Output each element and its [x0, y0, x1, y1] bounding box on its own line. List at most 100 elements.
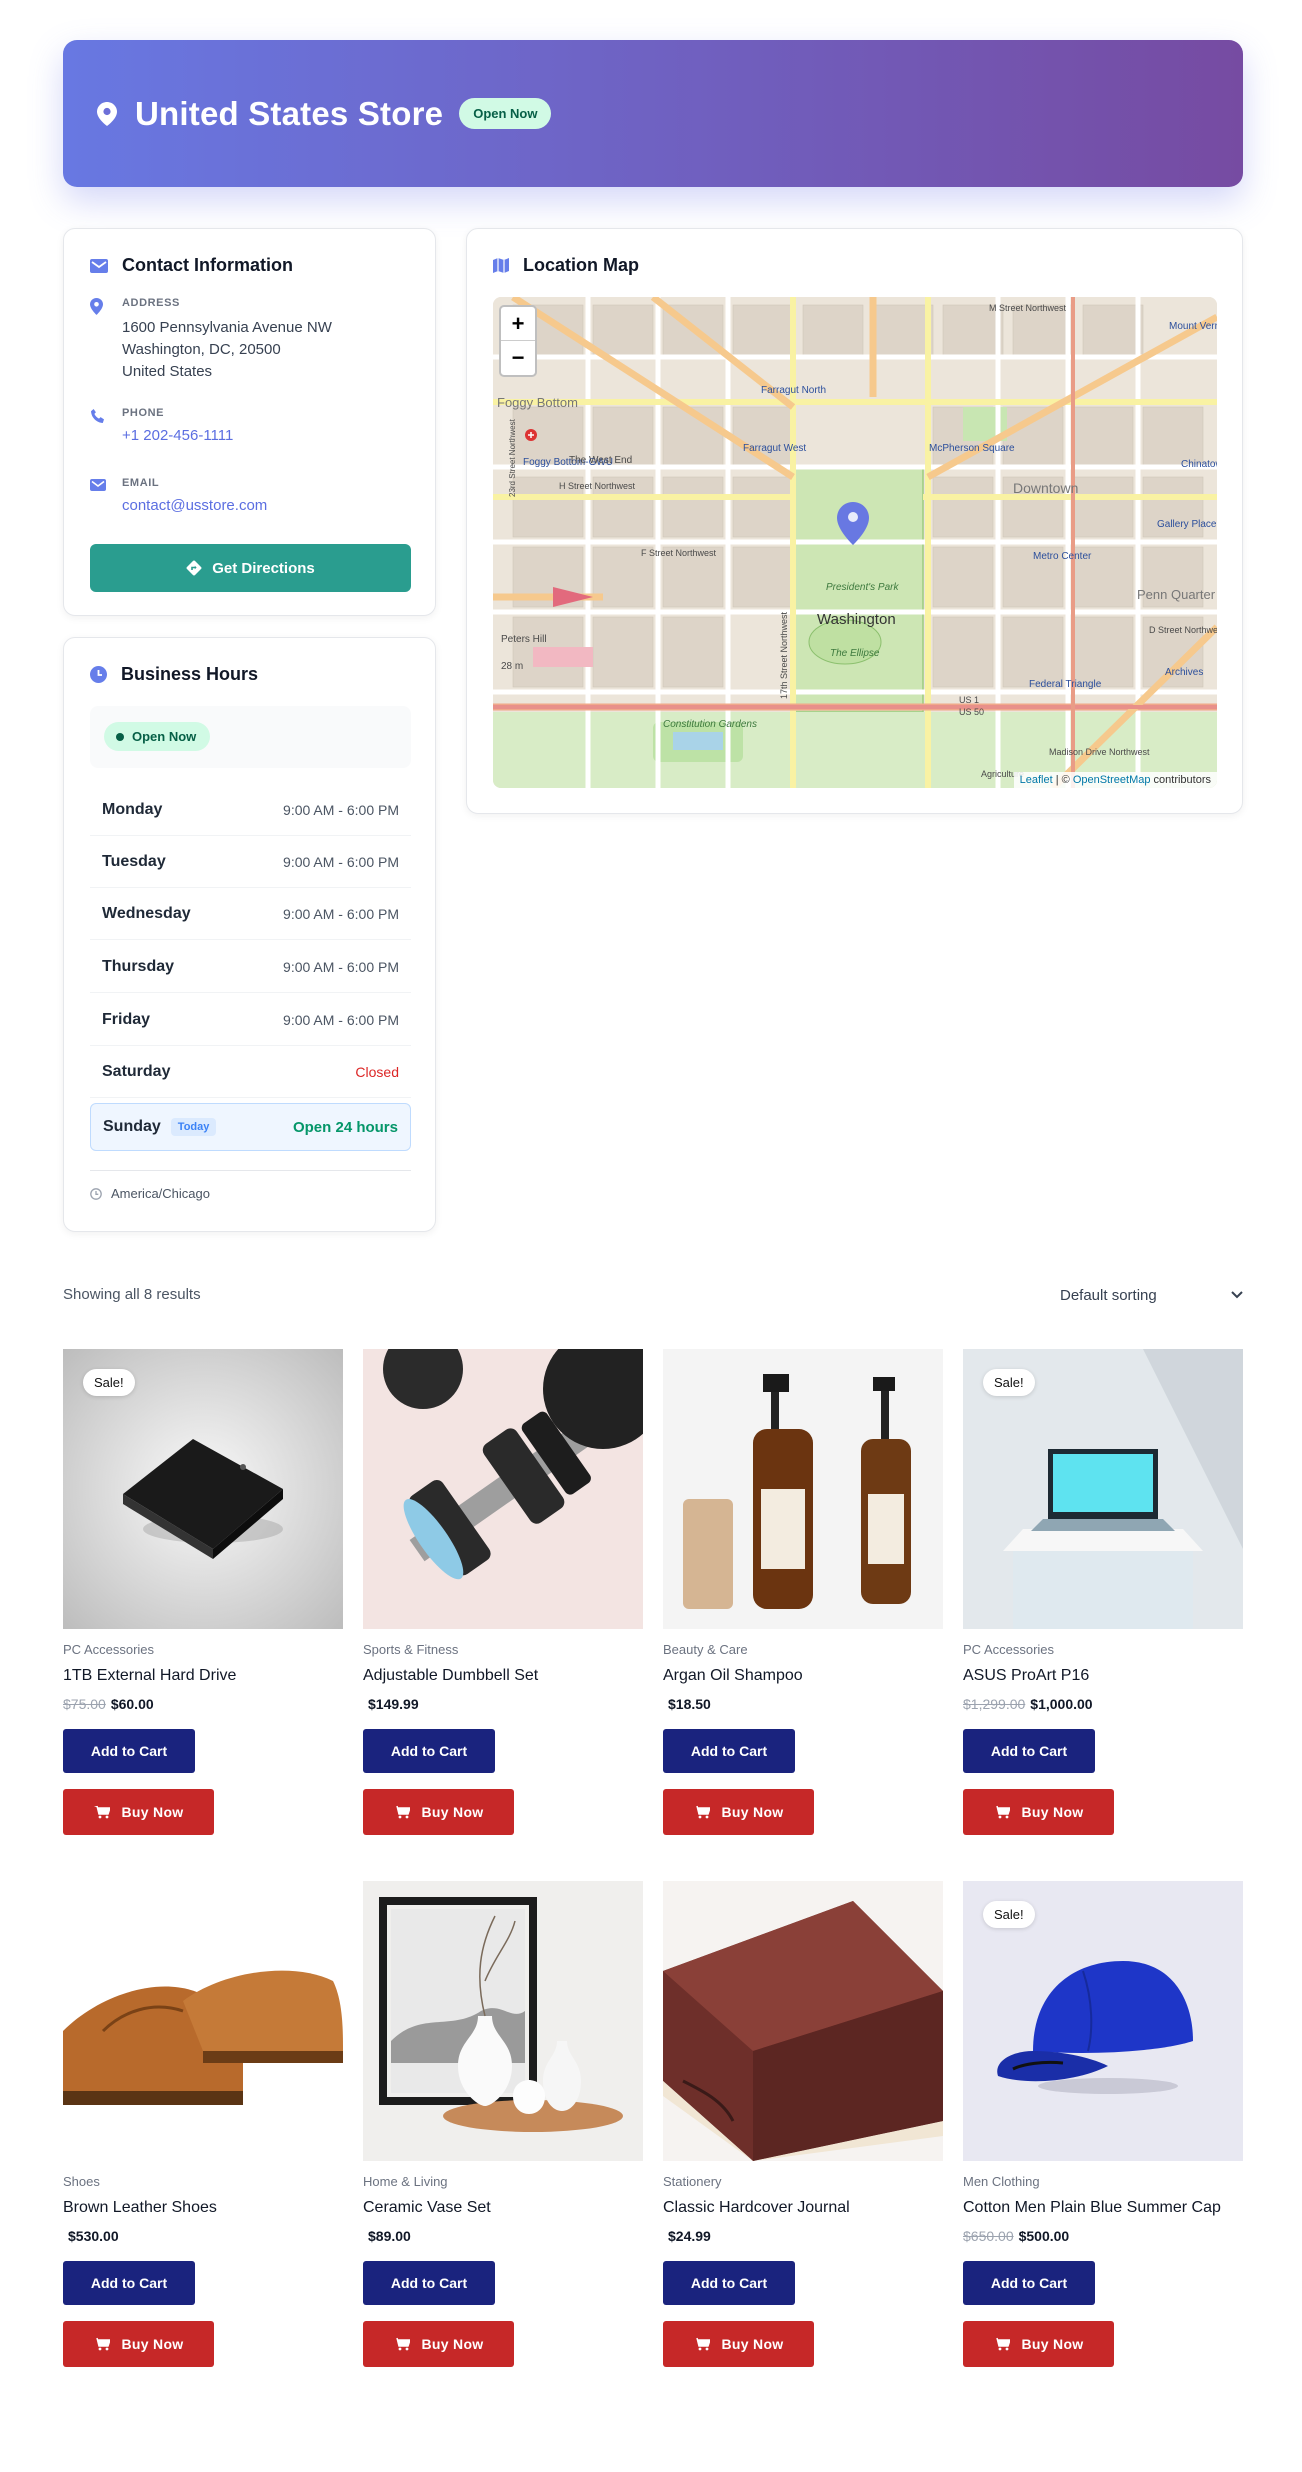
svg-text:US 1: US 1 — [959, 695, 979, 705]
add-to-cart-button[interactable]: Add to Cart — [363, 1729, 495, 1773]
cart-icon — [95, 2337, 110, 2351]
zoom-in-button[interactable]: + — [501, 307, 535, 341]
product-name[interactable]: Brown Leather Shoes — [63, 2199, 217, 2217]
phone-icon — [91, 409, 104, 423]
buy-now-button[interactable]: Buy Now — [963, 2321, 1114, 2367]
svg-text:F Street Northwest: F Street Northwest — [641, 548, 717, 558]
product-image[interactable] — [363, 1349, 643, 1629]
product-category: PC Accessories — [63, 1642, 155, 1657]
product-price: $149.99 — [368, 1696, 419, 1712]
product-card: Sale! PC Accessories 1TB External Hard D… — [63, 1349, 343, 1839]
buy-now-button[interactable]: Buy Now — [963, 1789, 1114, 1835]
cart-icon — [995, 1805, 1010, 1819]
product-name[interactable]: Adjustable Dumbbell Set — [363, 1667, 538, 1685]
product-card: Home & Living Ceramic Vase Set $89.00 Ad… — [363, 1881, 643, 2371]
business-hours-card: Business Hours Open Now Monday 9:00 AM - … — [63, 637, 436, 1232]
svg-text:Farragut West: Farragut West — [743, 443, 806, 454]
add-to-cart-button[interactable]: Add to Cart — [63, 2261, 195, 2305]
svg-text:28 m: 28 m — [501, 661, 523, 672]
add-to-cart-button[interactable]: Add to Cart — [663, 2261, 795, 2305]
product-price: $89.00 — [368, 2228, 411, 2244]
svg-text:The Ellipse: The Ellipse — [830, 648, 880, 659]
zoom-out-button[interactable]: − — [501, 341, 535, 375]
get-directions-button[interactable]: Get Directions — [90, 544, 411, 592]
product-price: $1,299.00 $1,000.00 — [963, 1696, 1093, 1712]
product-price: $24.99 — [668, 2228, 711, 2244]
svg-text:Foggy Bottom: Foggy Bottom — [497, 395, 578, 410]
product-price: $18.50 — [668, 1696, 711, 1712]
product-category: Shoes — [63, 2174, 100, 2189]
add-to-cart-button[interactable]: Add to Cart — [963, 2261, 1095, 2305]
svg-text:Washington: Washington — [817, 611, 896, 628]
buy-now-button[interactable]: Buy Now — [63, 2321, 214, 2367]
product-image[interactable]: Sale! — [963, 1881, 1243, 2161]
address-line-1: 1600 Pennsylvania Avenue NW — [122, 319, 332, 336]
svg-text:Gallery Place: Gallery Place — [1157, 519, 1217, 530]
envelope-icon — [90, 258, 108, 273]
svg-text:Metro Center: Metro Center — [1033, 551, 1092, 562]
map-marker-icon — [90, 298, 103, 315]
product-image[interactable] — [663, 1349, 943, 1629]
buy-now-button[interactable]: Buy Now — [363, 2321, 514, 2367]
location-pin-icon — [97, 101, 117, 126]
product-category: Sports & Fitness — [363, 1642, 459, 1657]
product-name[interactable]: Classic Hardcover Journal — [663, 2199, 850, 2217]
product-card: Sale! Men Clothing Cotton Men Plain Blue… — [963, 1881, 1243, 2371]
product-card: Sale! PC Accessories ASUS ProArt P16 $1,… — [963, 1349, 1243, 1839]
product-name[interactable]: Argan Oil Shampoo — [663, 1667, 803, 1685]
address-label: ADDRESS — [122, 297, 180, 309]
buy-now-button[interactable]: Buy Now — [663, 1789, 814, 1835]
leaflet-link[interactable]: Leaflet — [1020, 774, 1053, 786]
product-image[interactable] — [363, 1881, 643, 2161]
sorting-select[interactable]: Default sorting — [1060, 1280, 1243, 1310]
contact-card: Contact Information ADDRESS 1600 Pennsyl… — [63, 228, 436, 616]
svg-text:Peters Hill: Peters Hill — [501, 634, 547, 645]
svg-text:US 50: US 50 — [959, 707, 984, 717]
product-image[interactable] — [63, 1881, 343, 2161]
buy-now-button[interactable]: Buy Now — [663, 2321, 814, 2367]
buy-now-button[interactable]: Buy Now — [363, 1789, 514, 1835]
product-name[interactable]: Ceramic Vase Set — [363, 2199, 491, 2217]
phone-link[interactable]: +1 202-456-1111 — [122, 427, 233, 444]
clock-icon — [90, 666, 107, 683]
email-link[interactable]: contact@usstore.com — [122, 497, 267, 514]
svg-text:Downtown: Downtown — [1013, 480, 1078, 496]
map-tiles[interactable]: Foggy Bottom Foggy Bottom-GWU The West E… — [493, 297, 1217, 788]
add-to-cart-button[interactable]: Add to Cart — [963, 1729, 1095, 1773]
store-title: United States Store — [135, 94, 444, 132]
address-line-2: Washington, DC, 20500 — [122, 341, 281, 358]
svg-text:Penn Quarter: Penn Quarter — [1137, 587, 1216, 602]
product-name[interactable]: Cotton Men Plain Blue Summer Cap — [963, 2199, 1221, 2217]
osm-link[interactable]: OpenStreetMap — [1073, 774, 1151, 786]
product-image[interactable]: Sale! — [63, 1349, 343, 1629]
phone-label: PHONE — [122, 407, 165, 419]
product-price: $75.00 $60.00 — [63, 1696, 154, 1712]
product-name[interactable]: 1TB External Hard Drive — [63, 1667, 236, 1685]
product-card: Stationery Classic Hardcover Journal $24… — [663, 1881, 943, 2371]
svg-text:Federal Triangle: Federal Triangle — [1029, 679, 1102, 690]
today-badge: Today — [170, 1118, 217, 1136]
add-to-cart-button[interactable]: Add to Cart — [363, 2261, 495, 2305]
product-category: PC Accessories — [963, 1642, 1055, 1657]
product-image[interactable]: Sale! — [963, 1349, 1243, 1629]
buy-now-button[interactable]: Buy Now — [63, 1789, 214, 1835]
hours-row-monday: Monday 9:00 AM - 6:00 PM — [90, 784, 411, 836]
product-image[interactable] — [663, 1881, 943, 2161]
svg-text:Archives: Archives — [1165, 667, 1203, 678]
svg-text:23rd Street Northwest: 23rd Street Northwest — [508, 418, 517, 497]
add-to-cart-button[interactable]: Add to Cart — [663, 1729, 795, 1773]
add-to-cart-button[interactable]: Add to Cart — [63, 1729, 195, 1773]
clock-outline-icon — [90, 1187, 102, 1200]
svg-text:Constitution Gardens: Constitution Gardens — [663, 719, 757, 730]
directions-icon — [186, 560, 202, 576]
timezone-label: America/Chicago — [90, 1186, 210, 1201]
hours-open-badge: Open Now — [104, 722, 211, 751]
hours-row-saturday: Saturday Closed — [90, 1046, 411, 1098]
hours-row-sunday: Sunday Today Open 24 hours — [90, 1103, 411, 1151]
open-status-badge: Open Now — [459, 98, 552, 129]
svg-text:Mount Vernon Square: Mount Vernon Square — [1169, 321, 1217, 332]
svg-text:President's Park: President's Park — [826, 582, 899, 593]
location-map[interactable]: Foggy Bottom Foggy Bottom-GWU The West E… — [493, 297, 1217, 788]
product-name[interactable]: ASUS ProArt P16 — [963, 1667, 1089, 1685]
svg-text:Chinatown: Chinatown — [1181, 459, 1217, 470]
